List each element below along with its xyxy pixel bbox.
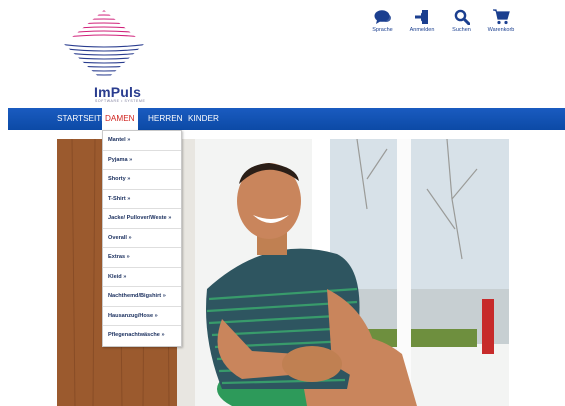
login-icon	[413, 8, 431, 25]
shopping-cart-icon	[492, 8, 510, 25]
brand-name: ImPuls	[94, 84, 142, 100]
menu-item-kleid[interactable]: Kleid »	[103, 268, 181, 287]
brand-logo[interactable]: ImPuls SOFTWARE • SYSTEME	[58, 6, 150, 103]
menu-item-tshirt[interactable]: T-Shirt »	[103, 190, 181, 209]
login-button[interactable]: Anmelden	[403, 8, 441, 33]
login-label: Anmelden	[409, 27, 435, 33]
nav-item-damen[interactable]: DAMEN	[102, 108, 138, 130]
logo-diamond-icon	[64, 10, 144, 76]
language-label: Sprache	[372, 27, 393, 33]
damen-dropdown-menu: Mantel » Pyjama » Shorty » T-Shirt » Jac…	[102, 130, 182, 347]
language-button[interactable]: Sprache	[366, 8, 399, 33]
header-actions: Sprache Anmelden Suchen Warenkorb	[366, 8, 520, 33]
nav-item-herren[interactable]: HERREN	[148, 108, 183, 130]
menu-item-extras[interactable]: Extras »	[103, 248, 181, 268]
brand-tagline: SOFTWARE • SYSTEME	[95, 99, 146, 103]
site-header: ImPuls SOFTWARE • SYSTEME Sprache Anmeld…	[0, 0, 565, 108]
nav-item-startseite[interactable]: STARTSEITE	[57, 108, 107, 130]
menu-item-mantel[interactable]: Mantel »	[103, 131, 181, 151]
search-icon	[453, 8, 471, 25]
search-label: Suchen	[452, 27, 471, 33]
nav-item-kinder[interactable]: KINDER	[188, 108, 219, 130]
cart-button[interactable]: Warenkorb	[482, 8, 520, 33]
menu-item-pflegenachtwaesche[interactable]: Pflegenachtwäsche »	[103, 326, 181, 346]
menu-item-nachthemd-bigshirt[interactable]: Nachthemd/Bigshirt »	[103, 287, 181, 307]
search-button[interactable]: Suchen	[445, 8, 478, 33]
menu-item-overall[interactable]: Overall »	[103, 229, 181, 248]
main-navigation: STARTSEITE DAMEN HERREN KINDER	[8, 108, 565, 130]
cart-label: Warenkorb	[487, 27, 515, 33]
menu-item-jacke-pullover-weste[interactable]: Jacke/ Pullover/Weste »	[103, 209, 181, 229]
chat-bubble-icon	[374, 8, 392, 25]
menu-item-hausanzug-hose[interactable]: Hausanzug/Hose »	[103, 307, 181, 326]
menu-item-shorty[interactable]: Shorty »	[103, 170, 181, 190]
menu-item-pyjama[interactable]: Pyjama »	[103, 151, 181, 170]
